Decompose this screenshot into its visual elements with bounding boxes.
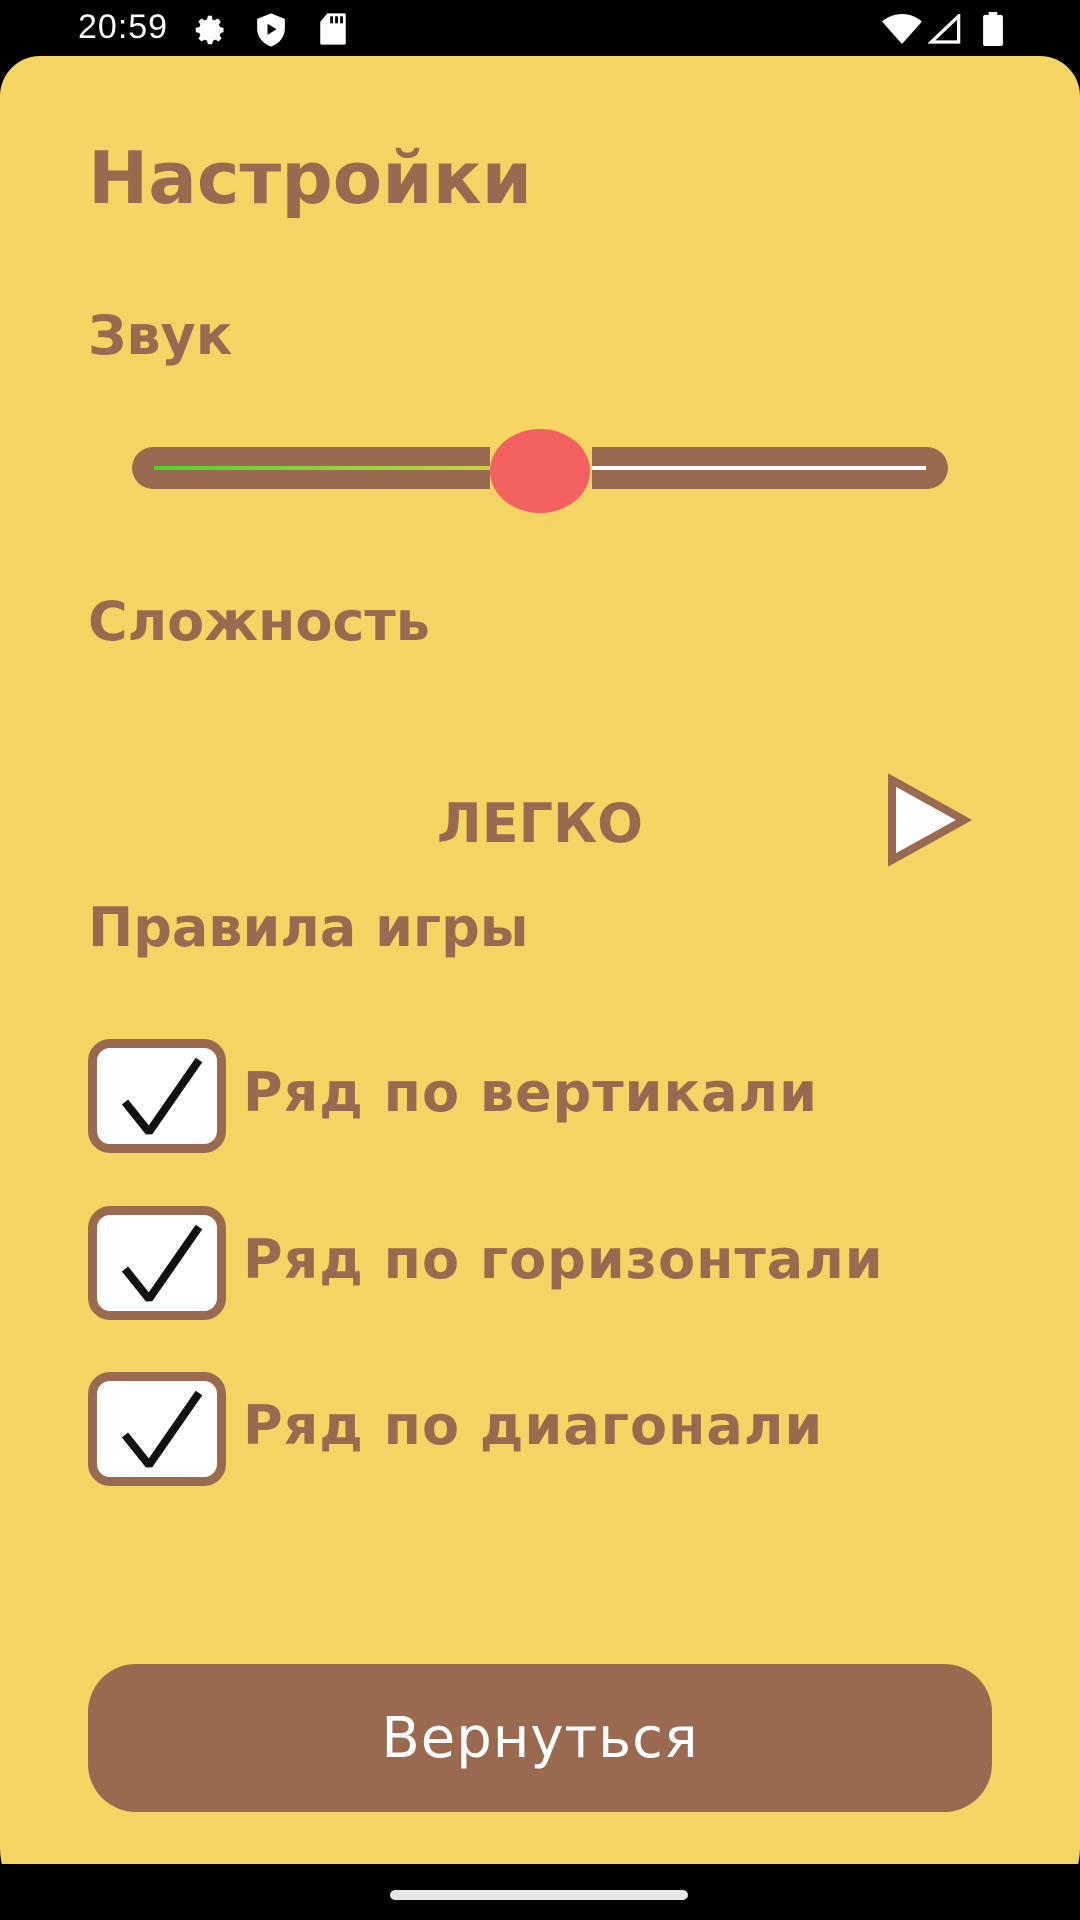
phone-screen: 20:59 Настройки Звук Сложность ЛЕГКО Пра… [0, 0, 1080, 1920]
rule-vertical-checkbox[interactable] [88, 1039, 226, 1153]
status-bar: 20:59 [0, 0, 1080, 56]
rule-vertical[interactable]: Ряд по вертикали [88, 1039, 988, 1153]
checkmark-icon [121, 1390, 203, 1468]
rule-horizontal-label: Ряд по горизонтали [243, 1228, 884, 1291]
back-button[interactable]: Вернуться [88, 1664, 992, 1812]
volume-slider-thumb[interactable] [490, 429, 590, 513]
wifi-icon [882, 14, 922, 48]
rule-diagonal-checkbox[interactable] [88, 1372, 226, 1486]
sound-section-label: Звук [88, 304, 233, 367]
checkmark-icon [121, 1224, 203, 1302]
page-title: Настройки [88, 136, 533, 220]
rule-diagonal-label: Ряд по диагонали [243, 1394, 824, 1457]
battery-icon [982, 12, 1004, 50]
checkmark-icon [121, 1057, 203, 1135]
rule-vertical-label: Ряд по вертикали [243, 1061, 818, 1124]
sd-card-icon [318, 12, 348, 50]
status-time: 20:59 [78, 8, 169, 46]
volume-slider-remaining [590, 466, 926, 470]
shield-play-icon [254, 12, 288, 52]
volume-slider[interactable] [132, 429, 948, 513]
play-triangle-icon [888, 773, 973, 867]
rule-horizontal-checkbox[interactable] [88, 1206, 226, 1320]
volume-slider-fill [154, 466, 494, 470]
difficulty-section-label: Сложность [88, 590, 430, 653]
rules-section-label: Правила игры [88, 896, 529, 959]
rule-horizontal[interactable]: Ряд по горизонтали [88, 1206, 988, 1320]
rule-diagonal[interactable]: Ряд по диагонали [88, 1372, 988, 1486]
difficulty-next-button[interactable] [884, 772, 974, 868]
navigation-bar [0, 1864, 1080, 1920]
settings-gear-icon [192, 12, 228, 52]
home-gesture-handle[interactable] [390, 1890, 688, 1900]
settings-screen: Настройки Звук Сложность ЛЕГКО Правила и… [0, 56, 1080, 1864]
signal-icon [927, 12, 962, 48]
difficulty-value: ЛЕГКО [436, 792, 644, 855]
